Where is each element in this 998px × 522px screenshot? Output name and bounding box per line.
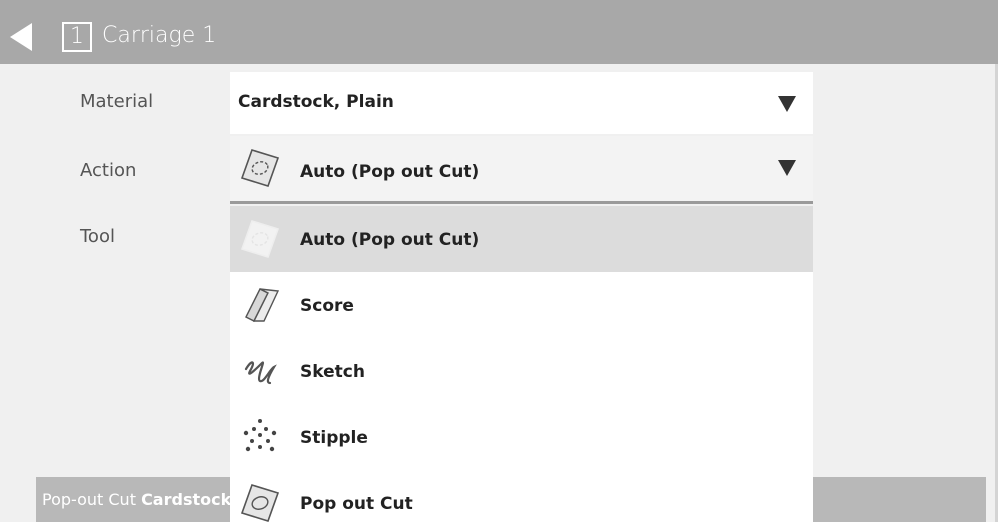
auto-pop-out-cut-icon [240,149,280,187]
action-option-sketch[interactable]: Sketch [230,338,813,404]
chevron-down-icon [778,96,796,112]
material-label: Material [80,91,154,112]
action-label: Action [80,160,137,181]
back-button[interactable] [8,22,38,52]
action-option-stipple[interactable]: Stipple [230,404,813,470]
option-label: Auto (Pop out Cut) [300,230,480,250]
back-arrow-icon [10,23,32,51]
footer-action: Pop-out Cut [42,490,142,509]
action-option-pop-out-cut[interactable]: Pop out Cut [230,470,813,522]
footer-material: Cardstock, Plain [141,490,230,509]
material-select[interactable]: Cardstock, Plain [230,72,813,134]
page-title: Carriage 1 [102,23,217,48]
footer-summary-text: Pop-out Cut Cardstock, Plain [42,490,230,509]
score-icon [245,288,280,322]
stipple-icon [243,419,277,452]
app-window: 1 Carriage 1 Material Action Tool Cardst… [0,0,998,522]
action-dropdown-list: Auto (Pop out Cut) Score Sketch Stipple … [230,206,813,522]
header-bar: 1 Carriage 1 [0,0,998,64]
option-label: Score [300,296,354,316]
action-option-score[interactable]: Score [230,272,813,338]
auto-pop-out-cut-icon [240,220,280,258]
sketch-icon [244,361,277,385]
tool-label: Tool [80,226,115,247]
chevron-down-icon [778,160,796,176]
action-value: Auto (Pop out Cut) [300,162,480,182]
option-label: Pop out Cut [300,494,413,514]
option-label: Stipple [300,428,368,448]
carriage-number-badge: 1 [62,22,92,52]
pop-out-cut-icon [240,484,280,522]
action-select[interactable]: Auto (Pop out Cut) [230,136,813,204]
action-option-auto-pop-out-cut[interactable]: Auto (Pop out Cut) [230,206,813,272]
option-label: Sketch [300,362,365,382]
material-value: Cardstock, Plain [238,92,394,112]
